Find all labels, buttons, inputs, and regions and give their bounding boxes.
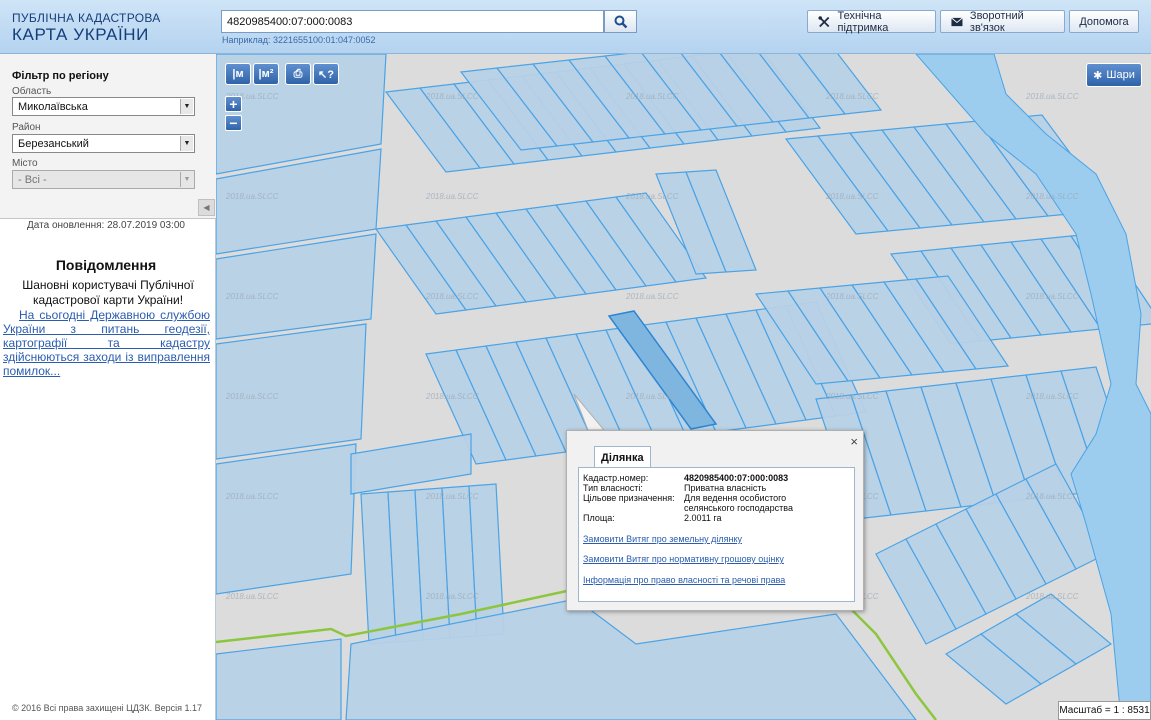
oblast-label: Область <box>12 86 52 97</box>
minus-icon: − <box>229 115 238 131</box>
watermark-text: 2018.ua.SLCC <box>1025 392 1079 401</box>
watermark-text: 2018.ua.SLCC <box>825 92 879 101</box>
collapse-sidebar-button[interactable]: ◀ <box>198 199 215 216</box>
parcel <box>216 443 357 595</box>
cadastral-search-input[interactable] <box>221 10 604 33</box>
oblast-value: Миколаївська <box>18 101 88 113</box>
sidebar: Фільтр по регіону Область Миколаївська ▼… <box>0 54 216 720</box>
search-button[interactable] <box>604 10 637 33</box>
support-label: Технічна підтримка <box>837 9 889 34</box>
field-label: Тип власності: <box>583 483 643 493</box>
measure-area-button[interactable]: |м² <box>253 63 279 85</box>
watermark-text: 2018.ua.SLCC <box>425 92 479 101</box>
cadastral-number: 4820985400:07:000:0083 <box>684 473 789 483</box>
notice-text: Шановні користувачі Публічної кадастрово… <box>22 278 194 307</box>
watermark-text: 2018.ua.SLCC <box>225 192 279 201</box>
watermark-text: 2018.ua.SLCC <box>625 292 679 301</box>
help-button[interactable]: Допомога <box>1069 10 1139 33</box>
watermark-text: 2018.ua.SLCC <box>225 292 279 301</box>
search-example: Наприклад: 3221655100:01:047:0052 <box>222 35 376 45</box>
rayon-value: Березанський <box>18 138 89 150</box>
chevron-down-icon: ▼ <box>180 99 193 114</box>
field-label: Цільове призначення: <box>583 493 675 503</box>
oblast-select[interactable]: Миколаївська ▼ <box>12 97 195 116</box>
layers-label: Шари <box>1106 69 1135 81</box>
watermark-text: 2018.ua.SLCC <box>425 592 479 601</box>
gear-icon: ✱ <box>1093 69 1103 82</box>
area-icon: |м² <box>258 68 274 80</box>
watermark-text: 2018.ua.SLCC <box>425 492 479 501</box>
logo-line2: КАРТА УКРАЇНИ <box>12 25 149 44</box>
ruler-icon: |м <box>232 68 244 80</box>
city-label: Місто <box>12 158 38 169</box>
update-date: Дата оновлення: 28.07.2019 03:00 <box>27 220 185 231</box>
chevron-down-icon: ▼ <box>180 172 193 187</box>
area-value: 2.0011 га <box>684 513 722 523</box>
watermark-text: 2018.ua.SLCC <box>225 592 279 601</box>
rayon-select[interactable]: Березанський ▼ <box>12 134 195 153</box>
order-extract-link[interactable]: Замовити Витяг про земельну ділянку <box>583 534 742 544</box>
zoom-out-button[interactable]: − <box>225 115 242 131</box>
watermark-text: 2018.ua.SLCC <box>425 292 479 301</box>
ownership-info-link[interactable]: Інформація про право власності та речові… <box>583 575 785 585</box>
ownership-type: Приватна власність <box>684 483 767 493</box>
search-icon <box>614 15 627 28</box>
support-button[interactable]: Технічна підтримка <box>807 9 936 34</box>
map-canvas[interactable]: 2018.ua.SLCC 2018.ua.SLCC 2018.ua.SLCC 2018… <box>216 54 1151 720</box>
cursor-question-icon: ↖? <box>318 68 334 81</box>
watermark-text: 2018.ua.SLCC <box>1025 292 1079 301</box>
watermark-text: 2018.ua.SLCC <box>1025 592 1079 601</box>
site-logo[interactable]: ПУБЛІЧНА КАДАСТРОВА КАРТА УКРАЇНИ <box>12 12 161 43</box>
envelope-icon <box>951 17 963 26</box>
watermark-text: 2018.ua.SLCC <box>625 92 679 101</box>
copyright: © 2016 Всі права захищені ЦДЗК. Версія 1… <box>12 703 203 713</box>
watermark-text: 2018.ua.SLCC <box>625 192 679 201</box>
watermark-text: 2018.ua.SLCC <box>225 492 279 501</box>
tab-parcel[interactable]: Ділянка <box>594 446 651 468</box>
parcel-popup: × Ділянка Кадастр.номер: 4820985400:07:0… <box>566 430 864 611</box>
watermark-text: 2018.ua.SLCC <box>225 392 279 401</box>
print-button[interactable]: ⎙ <box>285 63 311 85</box>
purpose-value: Для ведення особистого селянського госпо… <box>684 493 793 513</box>
help-label: Допомога <box>1079 15 1129 28</box>
layers-button[interactable]: ✱ Шари <box>1086 63 1142 87</box>
parcel <box>216 638 342 720</box>
watermark-text: 2018.ua.SLCC <box>625 392 679 401</box>
feedback-label: Зворотний зв'язок <box>969 9 1024 34</box>
watermark-text: 2018.ua.SLCC <box>1025 92 1079 101</box>
watermark-text: 2018.ua.SLCC <box>825 392 879 401</box>
filter-title: Фільтр по регіону <box>12 70 109 82</box>
tools-icon <box>818 15 830 27</box>
map-view[interactable]: 2018.ua.SLCC 2018.ua.SLCC 2018.ua.SLCC 2018… <box>216 54 1151 720</box>
logo-line1: ПУБЛІЧНА КАДАСТРОВА <box>12 11 161 25</box>
field-label: Площа: <box>583 513 615 523</box>
measure-distance-button[interactable]: |м <box>225 63 251 85</box>
region-filter: Фільтр по регіону Область Миколаївська ▼… <box>0 54 216 219</box>
zoom-in-button[interactable]: + <box>225 96 242 112</box>
close-icon[interactable]: × <box>850 434 858 449</box>
printer-icon: ⎙ <box>293 67 303 80</box>
notice-link[interactable]: На сьогодні Державною службою України з … <box>3 308 210 378</box>
watermark-text: 2018.ua.SLCC <box>425 392 479 401</box>
scale-indicator: Масштаб = 1 : 8531 <box>1058 701 1151 720</box>
watermark-text: 2018.ua.SLCC <box>825 292 879 301</box>
rayon-label: Район <box>12 122 41 133</box>
identify-button[interactable]: ↖? <box>313 63 339 85</box>
notice-title: Повідомлення <box>55 257 157 273</box>
feedback-button[interactable]: Зворотний зв'язок <box>940 9 1065 34</box>
chevron-down-icon: ▼ <box>180 136 193 151</box>
city-value: - Всі - <box>18 174 47 186</box>
order-valuation-link[interactable]: Замовити Витяг про нормативну грошову оц… <box>583 554 784 564</box>
header: ПУБЛІЧНА КАДАСТРОВА КАРТА УКРАЇНИ Наприк… <box>0 0 1151 54</box>
city-select[interactable]: - Всі - ▼ <box>12 170 195 189</box>
watermark-text: 2018.ua.SLCC <box>425 192 479 201</box>
watermark-text: 2018.ua.SLCC <box>1025 192 1079 201</box>
popup-body: Кадастр.номер: 4820985400:07:000:0083 Ти… <box>578 467 855 602</box>
field-label: Кадастр.номер: <box>583 473 649 483</box>
plus-icon: + <box>229 96 238 112</box>
watermark-text: 2018.ua.SLCC <box>825 192 879 201</box>
watermark-text: 2018.ua.SLCC <box>1025 492 1079 501</box>
